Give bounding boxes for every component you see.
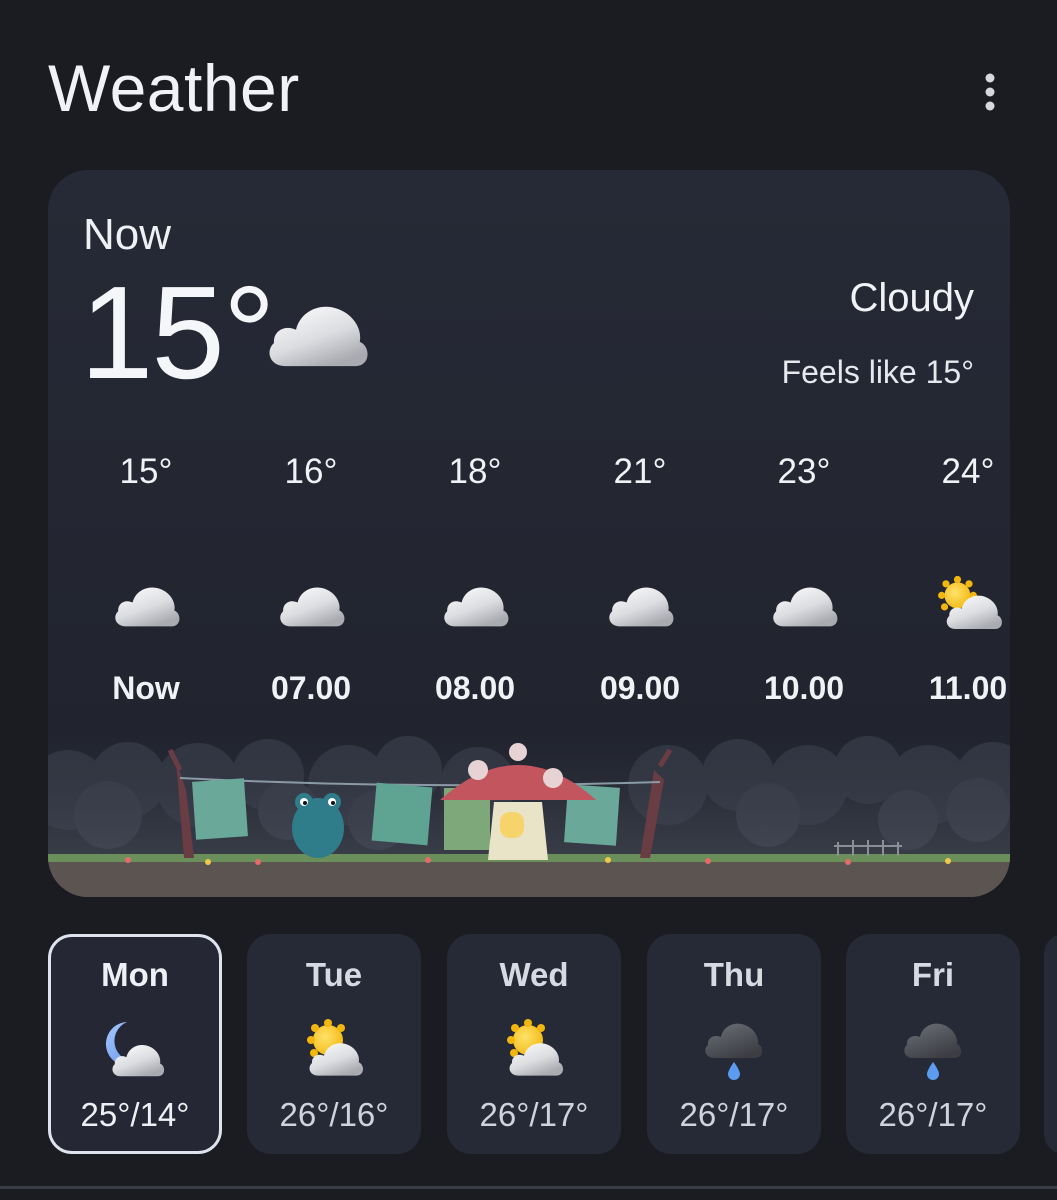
cloud-icon bbox=[276, 574, 348, 634]
hourly-temp: 18° bbox=[448, 452, 502, 491]
day-name: Tue bbox=[305, 956, 363, 993]
hourly-item: 15° Now bbox=[76, 448, 216, 708]
hourly-time: 11.00 bbox=[928, 670, 1008, 706]
hourly-item: 16° 07.00 bbox=[241, 448, 381, 708]
day-name: Fri bbox=[911, 956, 955, 993]
hourly-temp: 21° bbox=[613, 452, 667, 491]
daily-card-mon[interactable]: Mon 25°/14° bbox=[48, 934, 222, 1154]
day-name: Mon bbox=[101, 956, 169, 993]
hourly-item: 18° 08.00 bbox=[405, 448, 545, 708]
daily-card-thu[interactable]: Thu 26°/17° bbox=[647, 934, 821, 1154]
cloud-icon bbox=[440, 574, 512, 634]
hourly-time: 10.00 bbox=[763, 670, 845, 706]
hourly-time: 07.00 bbox=[270, 670, 352, 706]
day-temp-range: 26°/17° bbox=[479, 1096, 589, 1133]
more-options-button[interactable] bbox=[968, 70, 1012, 114]
hourly-item: 21° 09.00 bbox=[570, 448, 710, 708]
current-weather-card[interactable]: Now 15° Cloudy Feels like 15° 15° Now 16… bbox=[48, 170, 1010, 897]
hourly-forecast[interactable]: 15° Now 16° 07.00 18° 08.00 21° 09.00 23… bbox=[48, 448, 1010, 708]
partly-sunny-icon bbox=[507, 1019, 564, 1076]
day-name: Wed bbox=[499, 956, 569, 993]
daily-card-wed[interactable]: Wed 26°/17° bbox=[447, 934, 621, 1154]
condition-text: Cloudy bbox=[849, 276, 974, 320]
rain-cloud-icon bbox=[904, 1023, 962, 1080]
day-temp-range: 26°/17° bbox=[679, 1096, 789, 1133]
hourly-temp: 23° bbox=[777, 452, 831, 491]
cloud-icon bbox=[769, 574, 841, 634]
partly-cloudy-night-icon bbox=[105, 1022, 165, 1077]
hourly-temp: 15° bbox=[119, 452, 173, 491]
daily-card-next-partial[interactable] bbox=[1044, 934, 1057, 1154]
day-temp-range: 26°/17° bbox=[878, 1096, 988, 1133]
hourly-time: 09.00 bbox=[599, 670, 681, 706]
hourly-item: 24° 11.00 bbox=[898, 448, 1010, 708]
day-temp-range: 25°/14° bbox=[80, 1096, 190, 1133]
rain-cloud-icon bbox=[705, 1023, 763, 1080]
cloud-icon bbox=[605, 574, 677, 634]
day-name: Thu bbox=[703, 956, 765, 993]
hourly-temp: 24° bbox=[941, 452, 995, 491]
page-title: Weather bbox=[48, 51, 300, 125]
partly-sunny-icon bbox=[307, 1019, 364, 1076]
hourly-item: 23° 10.00 bbox=[734, 448, 874, 708]
cloud-icon bbox=[111, 574, 183, 634]
partly-sunny-icon bbox=[938, 575, 1002, 630]
divider bbox=[0, 1186, 1057, 1189]
daily-card-tue[interactable]: Tue 26°/16° bbox=[247, 934, 421, 1154]
feels-like-text: Feels like 15° bbox=[781, 354, 974, 390]
more-vertical-icon bbox=[985, 73, 995, 111]
cloud-icon bbox=[263, 292, 373, 372]
weather-scene-illustration bbox=[48, 730, 1010, 897]
hourly-time: 08.00 bbox=[434, 670, 516, 706]
daily-card-fri[interactable]: Fri 26°/17° bbox=[846, 934, 1020, 1154]
now-label: Now bbox=[83, 210, 172, 259]
hourly-temp: 16° bbox=[284, 452, 338, 491]
current-temperature: 15° bbox=[80, 259, 276, 406]
day-temp-range: 26°/16° bbox=[279, 1096, 389, 1133]
hourly-time: Now bbox=[112, 670, 180, 706]
